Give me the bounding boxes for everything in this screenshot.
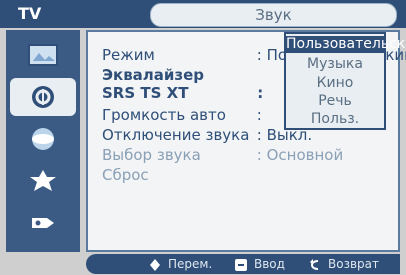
- dropdown-option[interactable]: Польз.: [286, 111, 384, 128]
- mode-dropdown[interactable]: Пользовательский Музыка Кино Речь Польз.: [284, 32, 406, 130]
- hint-move: Перем.: [148, 254, 212, 274]
- dropdown-option[interactable]: Речь: [286, 93, 384, 110]
- hint-return-label: Возврат: [328, 257, 379, 271]
- menu-item-sound-select: Выбор звука : Основной: [102, 146, 343, 164]
- input-icon: [32, 218, 54, 228]
- menu-title: Звук: [150, 3, 397, 27]
- sidebar-item-setup[interactable]: [10, 162, 76, 200]
- dropdown-option[interactable]: Пользовательский: [286, 36, 406, 53]
- menu-item-value: : Основной: [256, 146, 344, 164]
- menu-item-value: :: [256, 106, 262, 124]
- menu-item-value: :: [257, 84, 264, 102]
- return-icon: [310, 258, 319, 270]
- dropdown-option[interactable]: Музыка: [286, 56, 384, 73]
- menu-item-label: Режим: [102, 46, 155, 64]
- menu-item-label: SRS TS XT: [102, 84, 189, 102]
- menu-item-reset[interactable]: Сброс: [102, 166, 257, 184]
- sidebar: [6, 30, 80, 252]
- menu-item-label: Громкость авто: [102, 106, 226, 124]
- menu-item-label: Выбор звука: [102, 146, 201, 164]
- menu-item-auto-volume[interactable]: Громкость авто :: [102, 106, 262, 124]
- hint-enter-label: Ввод: [254, 257, 285, 271]
- sidebar-item-picture[interactable]: [10, 36, 76, 74]
- source-label: TV: [18, 4, 42, 23]
- channel-icon: [32, 128, 54, 150]
- hint-bar: Перем. Ввод Возврат: [86, 254, 400, 274]
- sidebar-item-input[interactable]: [10, 204, 76, 242]
- header-bar: TV Звук: [0, 0, 406, 28]
- hint-return: Возврат: [308, 254, 379, 274]
- setup-icon: [30, 170, 56, 191]
- menu-item-label: Отключение звука: [102, 126, 250, 144]
- menu-item-label: Сброс: [102, 166, 149, 184]
- menu-item-equalizer[interactable]: Эквалайзер: [102, 66, 257, 84]
- sidebar-item-channel[interactable]: [10, 120, 76, 158]
- menu-item-srs[interactable]: SRS TS XT :: [102, 84, 263, 102]
- picture-icon: [28, 44, 58, 66]
- hint-enter: Ввод: [234, 254, 285, 274]
- menu-item-label: Эквалайзер: [102, 66, 205, 84]
- hint-move-label: Перем.: [168, 257, 213, 271]
- menu-item-mute[interactable]: Отключение звука : Выкл.: [102, 126, 312, 144]
- dropdown-option[interactable]: Кино: [286, 75, 384, 92]
- enter-icon: [235, 258, 247, 271]
- tv-screen: TV Звук Режим: Эквалайзер SRS TS XT: Г…: [0, 0, 406, 275]
- sound-icon: [32, 86, 54, 108]
- move-arrows-icon: [150, 258, 160, 271]
- sidebar-item-sound[interactable]: [10, 78, 76, 116]
